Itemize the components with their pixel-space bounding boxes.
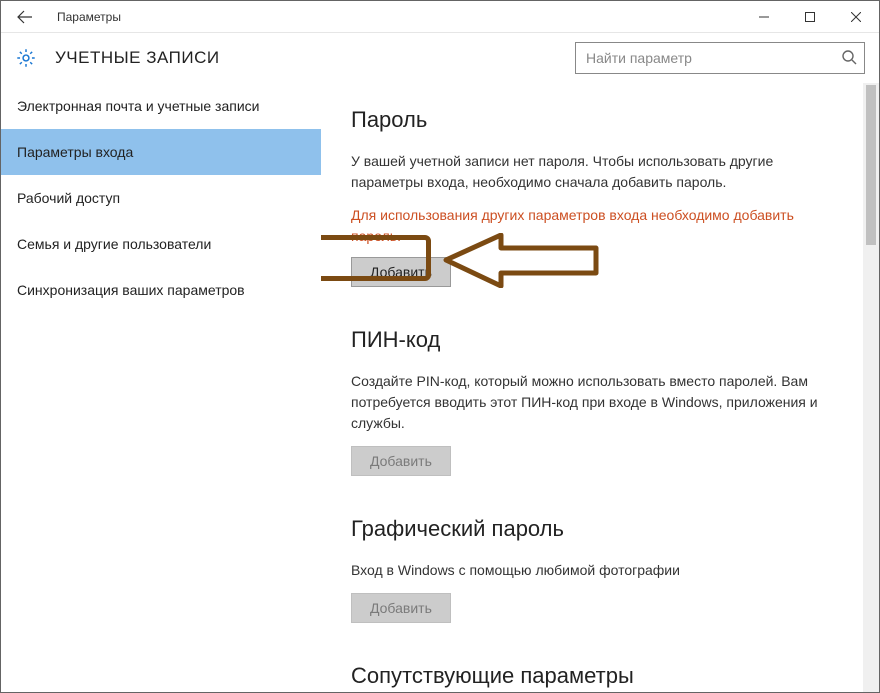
related-heading: Сопутствующие параметры <box>351 663 849 689</box>
password-description: У вашей учетной записи нет пароля. Чтобы… <box>351 151 821 193</box>
sidebar-item-email[interactable]: Электронная почта и учетные записи <box>1 83 321 129</box>
scroll-thumb[interactable] <box>866 85 876 245</box>
sidebar-item-work-access[interactable]: Рабочий доступ <box>1 175 321 221</box>
sidebar-item-signin-options[interactable]: Параметры входа <box>1 129 321 175</box>
back-button[interactable] <box>1 1 49 33</box>
password-add-button[interactable]: Добавить <box>351 257 451 287</box>
section-related: Сопутствующие параметры <box>351 663 849 689</box>
pin-heading: ПИН-код <box>351 327 849 353</box>
content: Пароль У вашей учетной записи нет пароля… <box>321 83 879 692</box>
body: Электронная почта и учетные записи Парам… <box>1 83 879 692</box>
section-password: Пароль У вашей учетной записи нет пароля… <box>351 107 849 287</box>
password-heading: Пароль <box>351 107 849 133</box>
window-title: Параметры <box>49 10 121 24</box>
pin-description: Создайте PIN-код, который можно использо… <box>351 371 821 434</box>
scrollbar[interactable] <box>863 83 879 692</box>
settings-window: Параметры УЧЕТНЫЕ ЗАПИСИ <box>0 0 880 693</box>
picture-add-button[interactable]: Добавить <box>351 593 451 623</box>
sidebar-item-family[interactable]: Семья и другие пользователи <box>1 221 321 267</box>
window-controls <box>741 1 879 33</box>
minimize-button[interactable] <box>741 1 787 33</box>
search-input[interactable] <box>575 42 865 74</box>
picture-heading: Графический пароль <box>351 516 849 542</box>
page-title: УЧЕТНЫЕ ЗАПИСИ <box>55 48 220 68</box>
gear-icon <box>15 47 37 69</box>
search-icon <box>841 49 857 70</box>
sidebar: Электронная почта и учетные записи Парам… <box>1 83 321 692</box>
picture-description: Вход в Windows с помощью любимой фотогра… <box>351 560 821 581</box>
search-wrap <box>575 42 865 74</box>
maximize-button[interactable] <box>787 1 833 33</box>
section-picture-password: Графический пароль Вход в Windows с помо… <box>351 516 849 623</box>
pin-add-button[interactable]: Добавить <box>351 446 451 476</box>
password-warning: Для использования других параметров вход… <box>351 205 821 247</box>
close-button[interactable] <box>833 1 879 33</box>
titlebar: Параметры <box>1 1 879 33</box>
header: УЧЕТНЫЕ ЗАПИСИ <box>1 33 879 83</box>
section-pin: ПИН-код Создайте PIN-код, который можно … <box>351 327 849 476</box>
sidebar-item-sync[interactable]: Синхронизация ваших параметров <box>1 267 321 313</box>
